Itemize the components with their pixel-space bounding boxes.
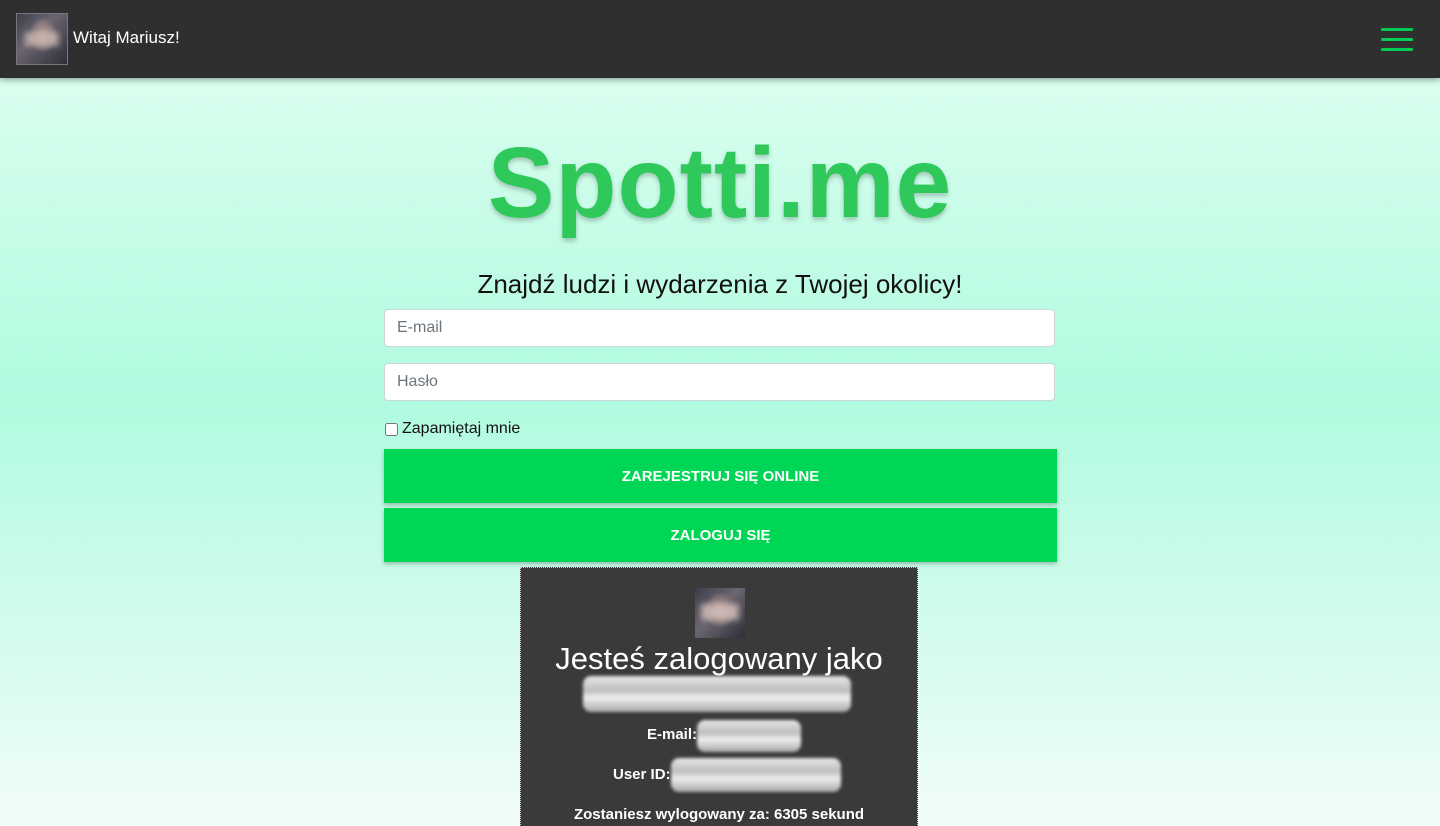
session-title: Jesteś zalogowany jako [555, 641, 883, 676]
login-button[interactable]: ZALOGUJ SIĘ [384, 508, 1057, 562]
hamburger-line [1381, 48, 1413, 51]
greeting-text: Witaj Mariusz! [73, 28, 180, 47]
user-avatar[interactable] [16, 13, 68, 65]
redacted-email [697, 720, 801, 752]
remember-me[interactable]: Zapamiętaj mnie [384, 420, 520, 438]
redacted-username [583, 676, 851, 712]
top-navbar: Witaj Mariusz! [0, 0, 1440, 78]
logout-countdown: Zostaniesz wylogowany za: 6305 sekund [573, 806, 865, 823]
session-info-card: Jesteś zalogowany jako E-mail: User ID: … [520, 567, 918, 826]
tagline: Znajdź ludzi i wydarzenia z Twojej okoli… [477, 269, 963, 299]
session-email-label: E-mail: [647, 726, 698, 743]
remember-me-label: Zapamiętaj mnie [402, 420, 521, 437]
register-button[interactable]: ZAREJESTRUJ SIĘ ONLINE [384, 449, 1057, 503]
session-avatar [695, 588, 745, 638]
email-input[interactable] [384, 309, 1055, 347]
remember-me-checkbox[interactable] [385, 422, 398, 436]
password-input[interactable] [384, 363, 1055, 401]
hamburger-menu-icon[interactable] [1381, 26, 1413, 54]
session-userid-label: User ID: [613, 766, 671, 783]
brand-logo-text: Spotti.me [487, 127, 953, 239]
hamburger-line [1381, 38, 1413, 41]
redacted-userid [671, 758, 841, 792]
hamburger-line [1381, 28, 1413, 31]
